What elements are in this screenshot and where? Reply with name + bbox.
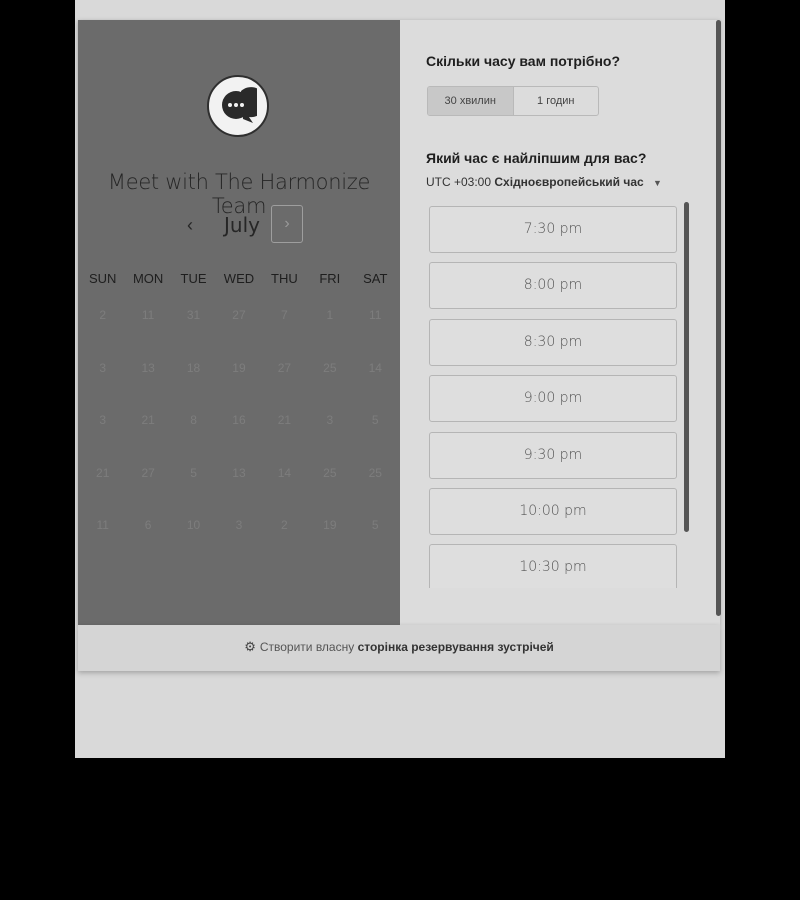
calendar-day: 19 [232, 360, 246, 375]
footer-prefix: Створити власну [259, 640, 355, 654]
calendar-day: 25 [323, 465, 337, 480]
weekday-label: SUN [88, 271, 117, 286]
calendar-day: 3 [235, 518, 243, 532]
calendar-day: 25 [323, 360, 337, 375]
calendar-day: 27 [232, 308, 246, 322]
weekday-label: SAT [363, 271, 388, 286]
calendar-day: 14 [368, 360, 382, 375]
duration-option-1-hour[interactable]: 1 годин [514, 87, 599, 115]
time-slot-list: 7:30 pm 8:00 pm 8:30 pm 9:00 pm 9:30 pm … [429, 206, 679, 588]
time-slot-scrollbar[interactable] [684, 202, 689, 532]
calendar-day: 6 [144, 518, 152, 532]
calendar-day: 7 [281, 308, 288, 322]
time-slot-button[interactable]: 7:30 pm [429, 206, 677, 253]
calendar-day: 5 [190, 465, 197, 480]
calendar-grid: 2 11 31 27 7 1 11 3 13 18 19 27 25 14 3 … [80, 305, 398, 568]
time-slot-button[interactable]: 9:00 pm [429, 375, 677, 423]
calendar-day: 31 [186, 308, 201, 322]
calendar-day: 2 [281, 518, 288, 532]
calendar-week: 3 13 18 19 27 25 14 [80, 358, 398, 411]
sprocket-icon: ⚙ [244, 639, 256, 654]
weekday-label: FRI [319, 271, 341, 286]
chat-bubble-icon [222, 87, 257, 123]
calendar-day: 5 [371, 518, 379, 532]
calendar-week: 11 6 10 3 2 19 5 [80, 515, 398, 568]
calendar-day: 27 [141, 465, 155, 480]
time-slot-button[interactable]: 10:00 pm [429, 487, 677, 535]
time-slot-button[interactable]: 8:30 pm [429, 318, 677, 366]
booking-card: Meet with The Harmonize Team ‹ July › SU… [78, 20, 721, 625]
calendar-day: 8 [190, 413, 197, 427]
duration-option-30-min[interactable]: 30 хвилин [428, 87, 514, 115]
calendar-day: 5 [371, 413, 379, 427]
weekday-label: WED [223, 271, 255, 286]
calendar-day: 3 [326, 413, 334, 427]
calendar-day: 11 [96, 518, 109, 532]
month-label: July [224, 213, 260, 237]
footer-link[interactable]: ⚙ Створити власну сторінка резервування з… [78, 625, 720, 671]
month-nav: ‹ July › [78, 205, 400, 245]
time-question: Який час є найліпшим для вас? [426, 150, 647, 166]
calendar-day: 18 [186, 360, 201, 375]
calendar-day: 21 [141, 413, 155, 427]
weekday-label: TUE [180, 271, 207, 286]
avatar [207, 75, 269, 137]
calendar-week: 2 11 31 27 7 1 11 [80, 305, 398, 358]
calendar-day: 13 [141, 360, 155, 375]
duration-question: Скільки часу вам потрібно? [426, 53, 621, 69]
calendar-day: 27 [277, 360, 292, 375]
weekday-label: THU [271, 271, 298, 286]
calendar-day: 16 [232, 413, 246, 427]
time-slot-button[interactable]: 10:30 pm [429, 544, 677, 588]
calendar-day: 21 [96, 465, 110, 480]
calendar-day: 11 [141, 308, 155, 322]
calendar-week: 21 27 5 13 14 25 25 [80, 463, 398, 516]
calendar-panel: Meet with The Harmonize Team ‹ July › SU… [78, 20, 400, 625]
calendar-day: 1 [326, 308, 334, 322]
time-panel: Скільки часу вам потрібно? 30 хвилин 1 г… [400, 20, 720, 625]
duration-toggle: 30 хвилин 1 годин [427, 86, 599, 116]
calendar-day: 25 [368, 465, 382, 480]
page: Meet with The Harmonize Team ‹ July › SU… [75, 0, 725, 758]
next-month-button[interactable]: › [271, 205, 303, 243]
caret-down-icon: ▼ [653, 178, 662, 188]
prev-month-button[interactable]: ‹ [180, 215, 200, 235]
calendar-day: 21 [277, 413, 292, 427]
card-scrollbar[interactable] [716, 20, 721, 616]
calendar-day: 3 [99, 413, 107, 427]
calendar-day: 2 [99, 308, 107, 322]
weekday-header: SUN MON TUE WED THU FRI SAT [80, 271, 398, 286]
timezone-select[interactable]: UTC +03:00 Східноєвропейський час ▼ [426, 175, 662, 189]
calendar-day: 10 [186, 518, 201, 532]
weekday-label: MON [132, 271, 164, 286]
calendar-week: 3 21 8 16 21 3 5 [80, 410, 398, 463]
timezone-name: Східноєвропейський час [494, 175, 644, 189]
calendar-day: 19 [323, 518, 337, 532]
calendar-day: 3 [99, 360, 107, 375]
calendar-day: 13 [232, 465, 246, 480]
timezone-offset: UTC +03:00 [426, 175, 492, 189]
calendar-day: 11 [369, 308, 382, 322]
time-slot-button[interactable]: 9:30 pm [429, 431, 677, 479]
calendar-day: 14 [277, 465, 292, 480]
footer-link-text[interactable]: сторінка резервування зустрічей [358, 640, 554, 654]
time-slot-button[interactable]: 8:00 pm [429, 262, 677, 310]
